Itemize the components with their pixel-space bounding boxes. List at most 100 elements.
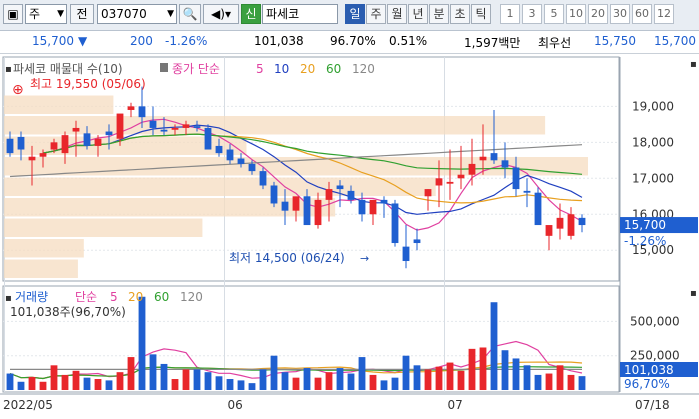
panel-toggle-icon[interactable]: ▪	[5, 64, 12, 75]
volume-bar	[72, 370, 80, 390]
ma-legend-period-120: 120	[352, 62, 375, 76]
volume-bar	[105, 380, 113, 390]
period-tab-2[interactable]: 월	[387, 4, 407, 24]
volume-bar	[347, 373, 355, 390]
current-ratio-tag-text: 96,70%	[624, 377, 670, 391]
panel-menu-icon[interactable]: ▪	[690, 59, 697, 70]
volume-bar	[116, 372, 124, 390]
ma-legend-period-5: 5	[256, 62, 264, 76]
candle-body	[391, 203, 399, 244]
direction-arrow-icon: ▼	[78, 34, 88, 48]
candle-body	[402, 246, 410, 262]
volume-bar	[226, 379, 234, 390]
candle-body	[28, 156, 36, 161]
candle-body	[292, 196, 300, 211]
candle-body	[61, 135, 69, 154]
period-tab-1[interactable]: 주	[366, 4, 386, 24]
current-change-tag-text: -1.26%	[624, 234, 666, 248]
volume-bar	[457, 370, 465, 390]
volume-bar	[501, 350, 509, 390]
period-tab-4[interactable]: 분	[429, 4, 449, 24]
candle-body	[17, 136, 25, 150]
volume-bar	[281, 372, 289, 390]
candle-body	[237, 158, 245, 164]
candle-body	[39, 153, 47, 157]
volume-bar	[61, 374, 69, 390]
candle-body	[171, 127, 179, 130]
interval-button-1[interactable]: 1	[500, 4, 520, 24]
current-volume-tag-text: 101,038	[624, 363, 674, 377]
volume-bar	[270, 355, 278, 390]
volume-bar	[39, 381, 47, 390]
market-select[interactable]: 주 ▼	[25, 4, 67, 24]
volume-value: 101,038	[254, 34, 304, 48]
candle-body	[468, 163, 476, 175]
candle-body	[270, 185, 278, 204]
stock-name-field: 파세코	[262, 4, 338, 24]
interval-button-12[interactable]: 12	[654, 4, 674, 24]
candle-body	[578, 217, 586, 226]
volume-legend-title: 거래량	[15, 290, 48, 304]
period-tab-3[interactable]: 년	[408, 4, 428, 24]
volume-ma-legend-title: 단순	[75, 290, 97, 304]
chevron-down-icon: ▼	[167, 9, 174, 19]
speaker-icon[interactable]: ◀)▾	[203, 4, 239, 24]
volume-bar	[248, 383, 256, 390]
volume-bar	[215, 376, 223, 390]
volume-bar	[149, 354, 157, 390]
low-price-label: 최저 14,500 (06/24)	[229, 251, 345, 265]
volume-bar	[424, 369, 432, 390]
interval-button-5[interactable]: 5	[544, 4, 564, 24]
price-axis-label: 17,000	[632, 171, 674, 185]
search-icon[interactable]: 🔍	[179, 4, 201, 24]
best-ask-price: 15,750	[594, 34, 636, 48]
volume-ma-legend-period-5: 5	[110, 290, 118, 304]
volume-bar	[204, 372, 212, 390]
candle-body	[534, 192, 542, 226]
candle-body	[149, 120, 157, 128]
price-axis-label: 19,000	[632, 99, 674, 113]
period-tab-6[interactable]: 틱	[471, 4, 491, 24]
candle-body	[479, 156, 487, 161]
stock-code-input[interactable]: 037070 ▼	[97, 4, 177, 24]
high-marker-icon: ⊕	[12, 82, 24, 98]
search-all-button[interactable]: 전	[70, 4, 94, 24]
price-axis-label: 18,000	[632, 135, 674, 149]
volume-ma-legend-period-20: 20	[128, 290, 143, 304]
panel-menu-icon[interactable]: ▪	[690, 288, 697, 299]
volume-bar	[391, 377, 399, 390]
candle-body	[369, 199, 377, 215]
stock-chart[interactable]: 19,000 18,000 17,000 16,000 15,000 500,000 250…	[0, 54, 699, 416]
interval-button-10[interactable]: 10	[566, 4, 586, 24]
interval-button-20[interactable]: 20	[588, 4, 608, 24]
candle-body	[116, 113, 124, 139]
interval-button-30[interactable]: 30	[610, 4, 630, 24]
volume-bar	[6, 373, 14, 390]
candle-body	[314, 199, 322, 226]
panel-toggle-icon[interactable]: ▪	[5, 293, 12, 304]
interval-button-60[interactable]: 60	[632, 4, 652, 24]
volume-bar	[325, 372, 333, 390]
candle-body	[545, 225, 553, 236]
candle-body	[50, 142, 58, 150]
period-tab-0[interactable]: 일	[345, 4, 365, 24]
interval-button-3[interactable]: 3	[522, 4, 542, 24]
candle-body	[523, 190, 531, 193]
current-price: 15,700	[32, 34, 74, 48]
candle-body	[259, 171, 267, 186]
legend-swatch	[160, 63, 168, 72]
candle-body	[457, 174, 465, 179]
period-tab-5[interactable]: 초	[450, 4, 470, 24]
candle-body	[281, 201, 289, 211]
code-value: 037070	[101, 7, 147, 21]
volume-bar	[446, 362, 454, 390]
turnover-ratio: 0.51%	[389, 34, 428, 48]
candle-body	[193, 126, 201, 128]
volume-bar	[523, 365, 531, 390]
chart-canvas[interactable]: 19,00018,00017,00016,00015,000500,000250…	[0, 54, 699, 416]
candle-body	[380, 199, 388, 204]
volume-bar	[314, 377, 322, 390]
market-label: 주	[29, 7, 41, 21]
window-icon[interactable]: ▣	[3, 4, 23, 24]
volume-bar	[138, 296, 146, 390]
